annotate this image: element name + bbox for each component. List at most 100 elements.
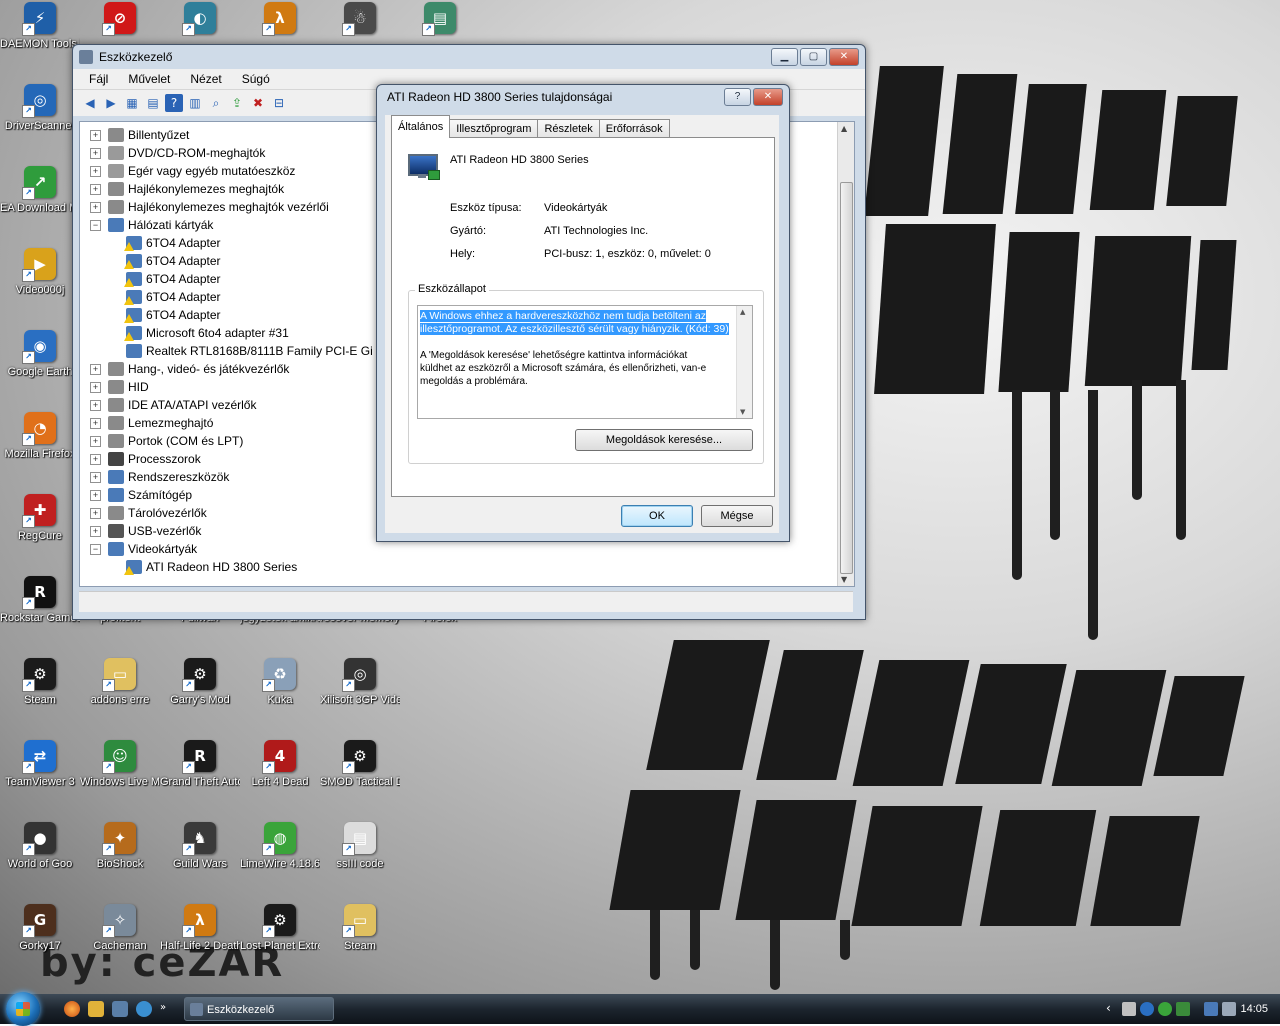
menu-item[interactable]: Fájl <box>81 69 116 89</box>
expand-icon[interactable]: + <box>90 166 101 177</box>
desktop-shortcut[interactable]: ☃ ↗ <box>320 2 400 37</box>
desktop-shortcut[interactable]: ✚ ↗ RegCure <box>0 494 80 543</box>
expand-icon[interactable]: + <box>90 508 101 519</box>
expand-icon[interactable]: + <box>90 418 101 429</box>
properties-dialog[interactable]: ATI Radeon HD 3800 Series tulajdonságai … <box>376 84 790 542</box>
list-view-icon[interactable]: ▤ <box>144 94 162 112</box>
tray-limewire-icon[interactable] <box>1158 1002 1172 1016</box>
start-button[interactable] <box>6 992 40 1026</box>
tab-general[interactable]: Általános <box>391 115 451 138</box>
desktop-shortcut[interactable]: 4 ↗ Left 4 Dead <box>240 740 320 789</box>
tray-volume-icon[interactable] <box>1222 1002 1236 1016</box>
expand-icon[interactable]: + <box>90 382 101 393</box>
desktop-shortcut[interactable]: ⚙ ↗ Garry's Mod <box>160 658 240 707</box>
collapse-icon[interactable]: − <box>90 220 101 231</box>
desktop-shortcut[interactable]: G ↗ Gorky17 <box>0 904 80 953</box>
properties-titlebar[interactable]: ATI Radeon HD 3800 Series tulajdonságai … <box>377 85 789 109</box>
expand-icon[interactable]: + <box>90 436 101 447</box>
desktop-shortcut[interactable]: ⚙↗ SMOD Tactical Del... <box>320 740 400 789</box>
collapse-icon[interactable]: − <box>90 544 101 555</box>
desktop-shortcut[interactable]: R↗ Grand Theft Auto IV <box>160 740 240 789</box>
desktop-shortcut[interactable]: ⚙↗ Lost Planet Extreme ... <box>240 904 320 953</box>
tray-network-icon[interactable] <box>1204 1002 1218 1016</box>
desktop-shortcut[interactable]: ☺↗ Windows Live Messenger <box>80 740 160 789</box>
scroll-down-arrow-icon[interactable]: ▼ <box>841 575 847 584</box>
desktop-shortcut[interactable]: λ ↗ <box>240 2 320 37</box>
desktop-shortcut[interactable]: ▭ ↗ addons erre <box>80 658 160 707</box>
desktop-shortcut[interactable]: ◎↗ Xilisoft 3GP Video Co... <box>320 658 400 707</box>
back-arrow-icon[interactable]: ◀ <box>81 94 99 112</box>
forward-arrow-icon[interactable]: ▶ <box>102 94 120 112</box>
expand-icon[interactable]: + <box>90 454 101 465</box>
desktop-shortcut[interactable]: ◎ ↗ DriverScanner <box>0 84 80 133</box>
menu-item[interactable]: Művelet <box>120 69 178 89</box>
device-status-textbox[interactable]: A Windows ehhez a hardvereszközhöz nem t… <box>417 305 753 419</box>
desktop-shortcut[interactable]: ▤ ↗ ssIII code <box>320 822 400 871</box>
media-quicklaunch-icon[interactable] <box>88 1001 104 1017</box>
help-button[interactable]: ? <box>724 88 751 106</box>
firefox-quicklaunch-icon[interactable] <box>64 1001 80 1017</box>
tree-node[interactable]: − Videokártyák <box>80 540 830 558</box>
properties-view-icon[interactable]: ▦ <box>123 94 141 112</box>
expand-icon[interactable]: + <box>90 490 101 501</box>
expand-icon[interactable]: + <box>90 364 101 375</box>
expand-icon[interactable]: + <box>90 130 101 141</box>
status-scroll-down-icon[interactable]: ▼ <box>740 408 745 416</box>
tree-scrollbar[interactable]: ▲ ▼ <box>837 122 854 586</box>
desktop-shortcut[interactable]: ↗↗ EA Download Manager <box>0 166 80 215</box>
desktop-shortcut[interactable]: ◉ ↗ Google Earth <box>0 330 80 379</box>
desktop-shortcut[interactable]: ⚙ ↗ Steam <box>0 658 80 707</box>
clock[interactable]: 14:05 <box>1240 994 1268 1024</box>
tab-resources[interactable]: Erőforrások <box>598 119 670 138</box>
maximize-button[interactable]: ▢ <box>800 48 827 66</box>
desktop-shortcut[interactable]: ▤ ↗ <box>400 2 480 37</box>
status-scrollbar[interactable]: ▲ ▼ <box>736 306 752 418</box>
desktop-shortcut[interactable]: R↗ Rockstar Games Social <box>0 576 80 625</box>
expand-icon[interactable]: + <box>90 184 101 195</box>
desktop-shortcut[interactable]: ♻ ↗ Kuka <box>240 658 320 707</box>
tray-key-icon[interactable] <box>1122 1002 1136 1016</box>
quicklaunch-overflow-icon[interactable]: » <box>160 1002 166 1013</box>
desktop-shortcut[interactable]: ⊘ ↗ <box>80 2 160 37</box>
menu-item[interactable]: Nézet <box>182 69 229 89</box>
tab-details[interactable]: Részletek <box>537 119 600 138</box>
desktop-shortcut[interactable]: ◐ ↗ <box>160 2 240 37</box>
expand-icon[interactable]: + <box>90 400 101 411</box>
close-button[interactable]: ✕ <box>829 48 859 66</box>
details-view-icon[interactable]: ▥ <box>186 94 204 112</box>
desktop-shortcut[interactable]: ● ↗ World of Goo <box>0 822 80 871</box>
expand-icon[interactable]: + <box>90 202 101 213</box>
taskbar-device-manager[interactable]: Eszközkezelő <box>184 997 334 1021</box>
show-desktop-icon[interactable] <box>112 1001 128 1017</box>
scan-hardware-icon[interactable]: ⌕ <box>207 94 225 112</box>
internet-quicklaunch-icon[interactable] <box>136 1001 152 1017</box>
ok-button[interactable]: OK <box>621 505 693 527</box>
desktop-shortcut[interactable]: ◔ ↗ Mozilla Firefox <box>0 412 80 461</box>
help-icon[interactable]: ? <box>165 94 183 112</box>
desktop-shortcut[interactable]: ▶ ↗ Video000j <box>0 248 80 297</box>
tray-messenger-icon[interactable] <box>1176 1002 1190 1016</box>
expand-icon[interactable]: + <box>90 472 101 483</box>
desktop-shortcut[interactable]: ◍ ↗ LimeWire 4.18.6 <box>240 822 320 871</box>
find-solutions-button[interactable]: Megoldások keresése... <box>575 429 753 451</box>
tree-scroll-thumb[interactable] <box>840 182 853 574</box>
desktop-shortcut[interactable]: ✧ ↗ Cacheman <box>80 904 160 953</box>
tree-node[interactable]: ATI Radeon HD 3800 Series <box>80 558 830 576</box>
status-scroll-up-icon[interactable]: ▲ <box>740 308 745 316</box>
tray-chevron-icon[interactable]: ‹ <box>1106 1001 1111 1015</box>
desktop-shortcut[interactable]: ♞ ↗ Guild Wars <box>160 822 240 871</box>
tab-driver[interactable]: Illesztőprogram <box>449 119 539 138</box>
expand-icon[interactable]: + <box>90 526 101 537</box>
device-manager-titlebar[interactable]: Eszközkezelő ▁ ▢ ✕ <box>73 45 865 69</box>
minimize-button[interactable]: ▁ <box>771 48 798 66</box>
update-driver-icon[interactable]: ⇪ <box>228 94 246 112</box>
desktop-shortcut[interactable]: λ↗ Half-Life 2 Deathmatch <box>160 904 240 953</box>
uninstall-icon[interactable]: ✖ <box>249 94 267 112</box>
expand-icon[interactable]: + <box>90 148 101 159</box>
menu-item[interactable]: Súgó <box>234 69 278 89</box>
disable-device-icon[interactable]: ⊟ <box>270 94 288 112</box>
desktop-shortcut[interactable]: ⚡↗ DAEMON Tools Lite <box>0 2 80 51</box>
tray-teamviewer-icon[interactable] <box>1140 1002 1154 1016</box>
desktop-shortcut[interactable]: ▭ ↗ Steam <box>320 904 400 953</box>
desktop-shortcut[interactable]: ✦ ↗ BioShock <box>80 822 160 871</box>
